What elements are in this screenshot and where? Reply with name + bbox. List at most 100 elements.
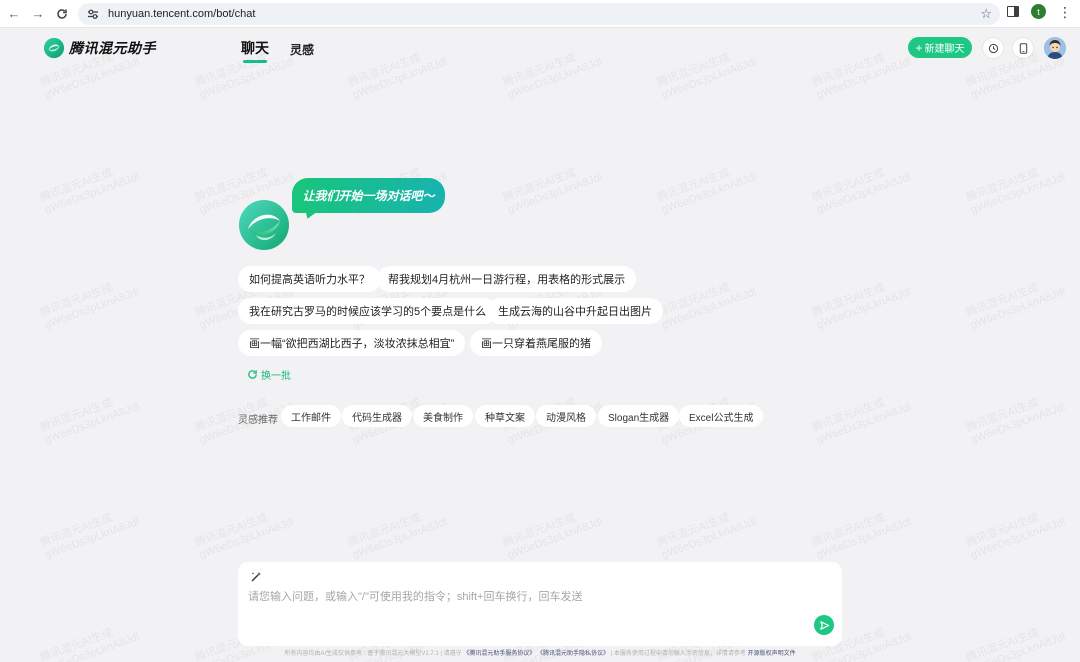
refresh-suggestions-button[interactable]: 换一批 [247, 367, 291, 382]
watermark-line: gW6eDs3pLknA8Jdl [815, 285, 913, 332]
watermark-text: 腾讯混元AI生成gW6eDs3pLknA8Jdl [656, 159, 759, 218]
watermark-text: 腾讯混元AI生成gW6eDs3pLknA8Jdl [811, 159, 914, 218]
watermark-text: 腾讯混元AI生成gW6eDs3pLknA8Jdl [965, 504, 1068, 563]
watermark-line: gW6eDs3pLknA8Jdl [43, 630, 141, 662]
address-bar[interactable]: hunyuan.tencent.com/bot/chat ☆ [78, 3, 1000, 25]
watermark-line: 腾讯混元AI生成 [501, 511, 578, 550]
browser-menu-icon[interactable]: ⋮ [1058, 5, 1072, 19]
watermark-line: gW6eDs3pLknA8Jdl [506, 515, 604, 562]
suggestion-chip[interactable]: 帮我规划4月杭州一日游行程，用表格的形式展示 [377, 266, 637, 292]
back-icon[interactable]: ← [4, 4, 24, 24]
greeting-bubble: 让我们开始一场对话吧～ [292, 178, 445, 213]
footer-middle: | 本服务使用过程中请勿输入涉密信息，详情请参考 [610, 651, 746, 657]
watermark-line: gW6eDs3pLknA8Jdl [815, 515, 913, 562]
brand-logo[interactable]: 腾讯混元助手 [43, 37, 156, 59]
watermark-text: 腾讯混元AI生成gW6eDs3pLknA8Jdl [811, 389, 914, 448]
inspiration-chip[interactable]: 代码生成器 [342, 405, 412, 427]
site-settings-icon[interactable] [86, 7, 100, 21]
watermark-text: 腾讯混元AI生成gW6eDs3pLknA8Jdl [502, 159, 605, 218]
suggestion-chip[interactable]: 画一幅“欲把西湖比西子，淡妆浓抹总相宜” [238, 330, 466, 356]
watermark-text: 腾讯混元AI生成gW6eDs3pLknA8Jdl [811, 274, 914, 333]
watermark-line: gW6eDs3pLknA8Jdl [660, 285, 758, 332]
watermark-text: 腾讯混元AI生成gW6eDs3pLknA8Jdl [502, 504, 605, 563]
watermark-line: gW6eDs3pLknA8Jdl [969, 630, 1067, 662]
forward-icon[interactable]: → [28, 4, 48, 24]
plus-icon: + [915, 40, 923, 55]
refresh-icon [248, 370, 257, 379]
watermark-line: 腾讯混元AI生成 [964, 166, 1041, 205]
watermark-line: 腾讯混元AI生成 [964, 396, 1041, 435]
inspiration-chip[interactable]: 工作邮件 [281, 405, 341, 427]
inspiration-chip[interactable]: Excel公式生成 [679, 405, 764, 427]
watermark-line: 腾讯混元AI生成 [810, 511, 887, 550]
watermark-line: gW6eDs3pLknA8Jdl [969, 515, 1067, 562]
footer-disclaimer: 所有内容均由AI生成仅供参考 · 基于腾讯混元大模型V1.7.1 | 请遵守 《… [0, 648, 1080, 657]
watermark-line: 腾讯混元AI生成 [810, 396, 887, 435]
app-header: 腾讯混元助手 聊天 灵感 + 新建聊天 [0, 28, 1080, 68]
new-chat-button[interactable]: + 新建聊天 [908, 37, 972, 58]
user-avatar[interactable] [1044, 37, 1066, 59]
suggestion-chip[interactable]: 如何提高英语听力水平？ [238, 266, 381, 292]
watermark-line: gW6eDs3pLknA8Jdl [969, 170, 1067, 217]
watermark-line: 腾讯混元AI生成 [38, 511, 115, 550]
bookmark-star-icon[interactable]: ☆ [980, 6, 992, 22]
inspiration-label: 灵感推荐 [238, 415, 278, 426]
watermark-text: 腾讯混元AI生成gW6eDs3pLknA8Jdl [39, 389, 142, 448]
inspiration-chip[interactable]: 动漫风格 [536, 405, 596, 427]
watermark-line: 腾讯混元AI生成 [655, 166, 732, 205]
watermark-line: gW6eDs3pLknA8Jdl [969, 400, 1067, 447]
watermark-line: 腾讯混元AI生成 [810, 166, 887, 205]
inspiration-chip[interactable]: Slogan生成器 [598, 405, 680, 427]
new-chat-label: 新建聊天 [924, 44, 965, 55]
profile-avatar[interactable]: t [1031, 4, 1046, 19]
watermark-text: 腾讯混元AI生成gW6eDs3pLknA8Jdl [656, 274, 759, 333]
watermark-text: 腾讯混元AI生成gW6eDs3pLknA8Jdl [965, 389, 1068, 448]
footer-prefix: 所有内容均由AI生成仅供参考 · 基于腾讯混元大模型V1.7.1 | 请遵守 [284, 651, 462, 657]
message-composer [238, 562, 842, 646]
suggestion-chip[interactable]: 画一只穿着燕尾服的猪 [470, 330, 602, 356]
mobile-app-button[interactable] [1012, 37, 1034, 59]
watermark-line: 腾讯混元AI生成 [964, 511, 1041, 550]
watermark-text: 腾讯混元AI生成gW6eDs3pLknA8Jdl [194, 504, 297, 563]
inspiration-chip[interactable]: 种草文案 [475, 405, 535, 427]
watermark-line: 腾讯混元AI生成 [38, 166, 115, 205]
watermark-line: gW6eDs3pLknA8Jdl [43, 170, 141, 217]
watermark-line: 腾讯混元AI生成 [501, 166, 578, 205]
watermark-line: gW6eDs3pLknA8Jdl [43, 400, 141, 447]
watermark-text: 腾讯混元AI生成gW6eDs3pLknA8Jdl [656, 504, 759, 563]
side-panel-icon[interactable] [1007, 6, 1019, 17]
reload-icon[interactable] [52, 4, 72, 24]
history-icon [988, 43, 998, 53]
brand-name: 腾讯混元助手 [69, 40, 156, 56]
assistant-avatar-icon [239, 200, 289, 250]
watermark-line: gW6eDs3pLknA8Jdl [198, 515, 296, 562]
browser-toolbar: ← → hunyuan.tencent.com/bot/chat ☆ t ⋮ [0, 0, 1080, 28]
magic-wand-icon[interactable] [250, 571, 262, 583]
user-avatar-icon [1044, 37, 1066, 59]
suggestion-chip[interactable]: 生成云海的山谷中升起日出图片 [487, 298, 663, 324]
tab-chat[interactable]: 聊天 [241, 38, 269, 63]
watermark-line: 腾讯混元AI生成 [964, 281, 1041, 320]
suggestion-chip[interactable]: 我在研究古罗马的时候应该学习的5个要点是什么 [238, 298, 498, 324]
history-button[interactable] [982, 37, 1004, 59]
url-text: hunyuan.tencent.com/bot/chat [108, 8, 256, 20]
watermark-line: 腾讯混元AI生成 [346, 511, 423, 550]
privacy-link[interactable]: 《腾讯混元助手隐私协议》 [537, 651, 609, 657]
watermark-line: gW6eDs3pLknA8Jdl [43, 285, 141, 332]
watermark-text: 腾讯混元AI生成gW6eDs3pLknA8Jdl [347, 504, 450, 563]
watermark-line: 腾讯混元AI生成 [38, 396, 115, 435]
send-icon [819, 620, 829, 630]
send-button[interactable] [814, 615, 834, 635]
watermark-line: gW6eDs3pLknA8Jdl [660, 170, 758, 217]
watermark-line: 腾讯混元AI生成 [38, 281, 115, 320]
tab-inspiration[interactable]: 灵感 [290, 41, 314, 58]
inspiration-chip[interactable]: 美食制作 [413, 405, 473, 427]
watermark-line: 腾讯混元AI生成 [193, 511, 270, 550]
watermark-line: gW6eDs3pLknA8Jdl [969, 285, 1067, 332]
watermark-line: gW6eDs3pLknA8Jdl [815, 170, 913, 217]
terms-link[interactable]: 《腾讯混元助手服务协议》 [463, 651, 535, 657]
watermark-line: gW6eDs3pLknA8Jdl [815, 400, 913, 447]
license-link[interactable]: 开源版权声明文件 [748, 651, 796, 657]
message-input[interactable] [248, 589, 808, 605]
watermark-text: 腾讯混元AI生成gW6eDs3pLknA8Jdl [39, 159, 142, 218]
